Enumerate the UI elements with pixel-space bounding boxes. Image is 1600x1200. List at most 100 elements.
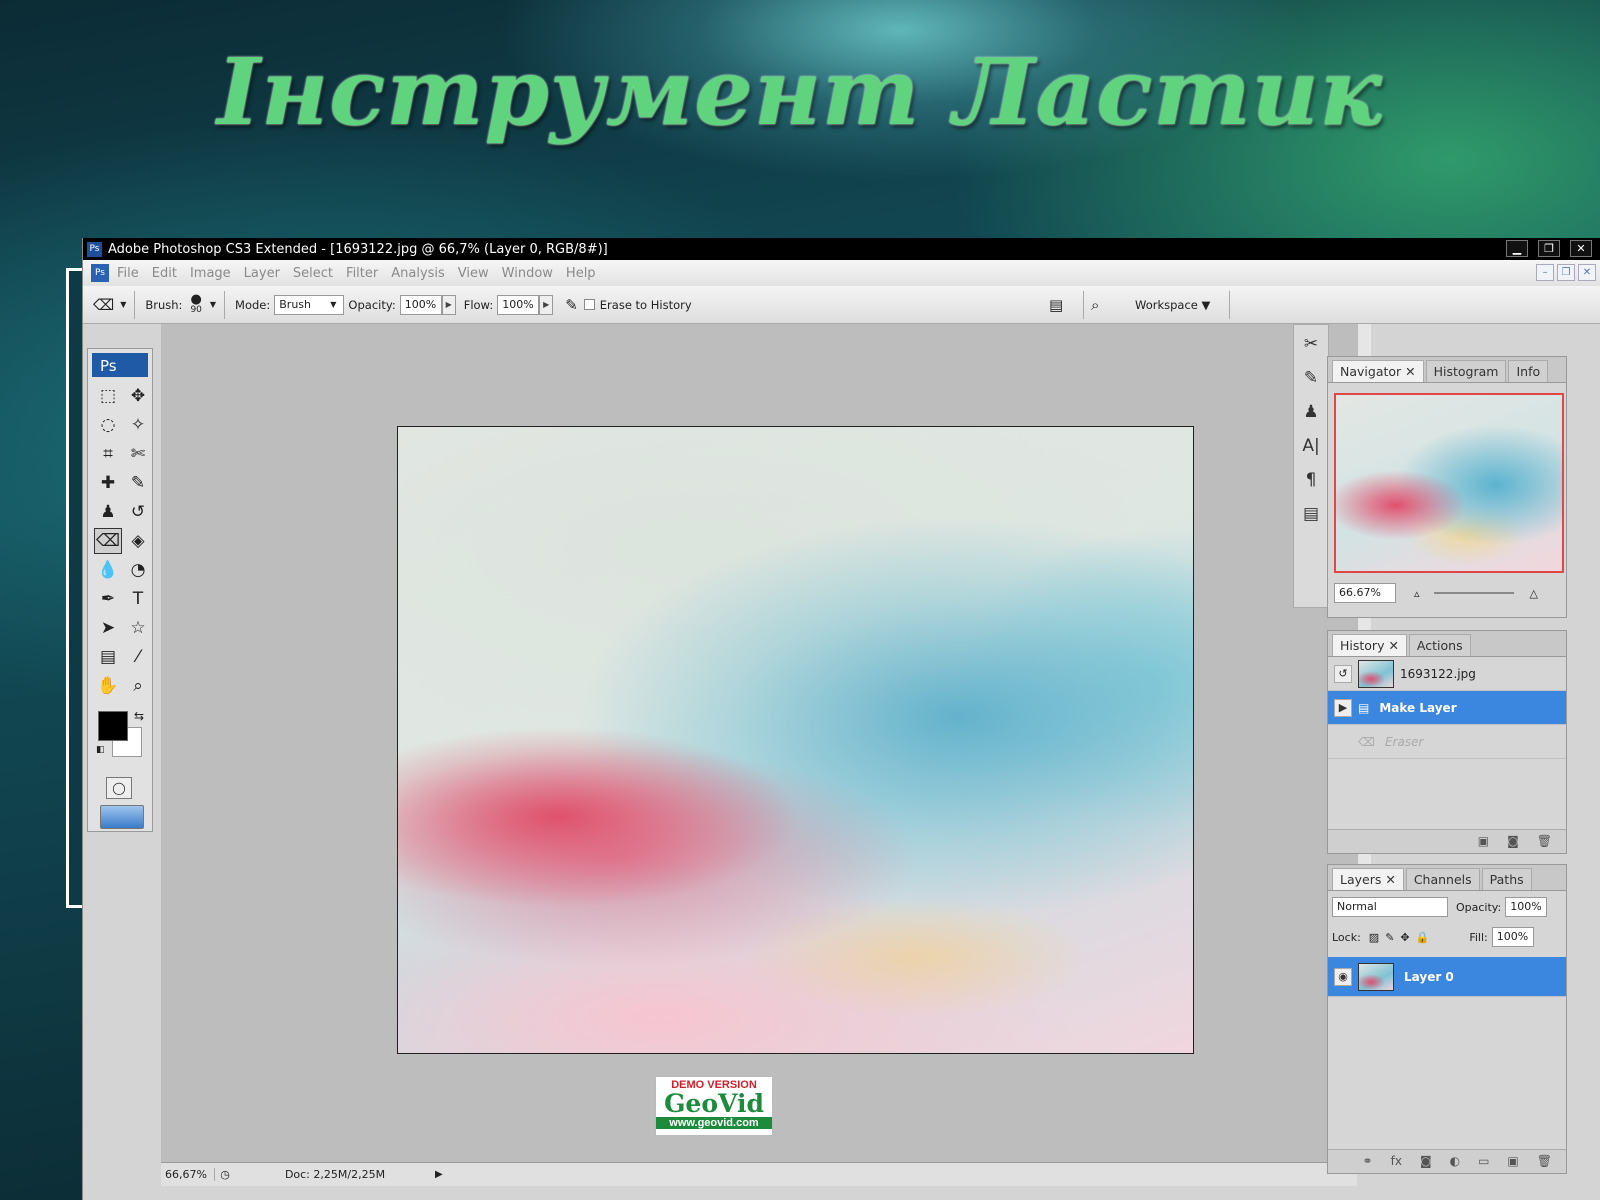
- layer-mask-icon[interactable]: ◙: [1420, 1154, 1432, 1169]
- document-image[interactable]: [397, 426, 1194, 1054]
- palette-well-icon[interactable]: ▤: [1049, 296, 1063, 314]
- menu-image[interactable]: Image: [190, 266, 231, 281]
- doc-minimize-button[interactable]: –: [1536, 264, 1554, 281]
- zoom-slider[interactable]: [1433, 592, 1514, 594]
- marquee-tool-icon[interactable]: ⬚: [94, 383, 122, 409]
- zoom-tool-icon[interactable]: ⌕: [124, 673, 152, 699]
- menu-help[interactable]: Help: [566, 266, 596, 281]
- brushes-panel-icon[interactable]: ✎: [1299, 363, 1323, 393]
- new-group-icon[interactable]: ▭: [1478, 1154, 1489, 1169]
- menu-file[interactable]: File: [117, 266, 139, 281]
- magic-wand-tool-icon[interactable]: ✧: [124, 412, 152, 438]
- ps-menu-icon[interactable]: Ps: [91, 264, 109, 282]
- paint-bucket-tool-icon[interactable]: ◈: [124, 528, 152, 554]
- opacity-slider-button[interactable]: ▶: [441, 294, 456, 315]
- tab-info[interactable]: Info: [1508, 360, 1549, 382]
- lock-transparency-icon[interactable]: ▨: [1369, 931, 1379, 944]
- opacity-input[interactable]: 100%: [399, 294, 442, 315]
- workspace-dropdown[interactable]: Workspace ▼: [1135, 298, 1210, 312]
- tools-panel-icon[interactable]: ✂: [1299, 329, 1323, 359]
- layer-row[interactable]: ◉ Layer 0: [1328, 957, 1566, 997]
- new-document-from-state-icon[interactable]: ▣: [1478, 834, 1489, 849]
- default-colors-icon[interactable]: ◧: [96, 745, 105, 755]
- history-brush-tool-icon[interactable]: ↺: [124, 499, 152, 525]
- visibility-eye-icon[interactable]: ◉: [1334, 967, 1352, 986]
- history-item-make-layer[interactable]: ▶ ▤ Make Layer: [1328, 691, 1566, 725]
- menu-select[interactable]: Select: [293, 266, 333, 281]
- close-button[interactable]: ✕: [1570, 240, 1592, 257]
- menu-layer[interactable]: Layer: [244, 266, 280, 281]
- flow-input[interactable]: 100%: [497, 294, 540, 315]
- crop-tool-icon[interactable]: ⌗: [94, 441, 122, 467]
- lock-pixels-icon[interactable]: ✎: [1385, 931, 1394, 944]
- hand-tool-icon[interactable]: ✋: [94, 673, 122, 699]
- airbrush-icon[interactable]: ✎: [565, 296, 578, 314]
- tab-history[interactable]: History ✕: [1332, 634, 1407, 656]
- bridge-icon[interactable]: ⌕: [1091, 296, 1099, 314]
- character-panel-icon[interactable]: A|: [1299, 431, 1323, 461]
- brush-tool-icon[interactable]: ✎: [124, 470, 152, 496]
- status-menu-icon[interactable]: ◷: [215, 1168, 235, 1181]
- adjustment-layer-icon[interactable]: ◐: [1450, 1154, 1460, 1169]
- lock-all-icon[interactable]: 🔒: [1416, 931, 1430, 944]
- notes-tool-icon[interactable]: ▤: [94, 644, 122, 670]
- chevron-down-icon[interactable]: ▼: [330, 300, 336, 309]
- history-item-eraser[interactable]: ⌫ Eraser: [1328, 725, 1566, 759]
- tab-paths[interactable]: Paths: [1481, 868, 1532, 890]
- blend-mode-select[interactable]: Normal: [1332, 897, 1448, 917]
- tab-navigator[interactable]: Navigator ✕: [1332, 360, 1424, 382]
- paragraph-panel-icon[interactable]: ¶: [1299, 465, 1323, 495]
- move-tool-icon[interactable]: ✥: [124, 383, 152, 409]
- blur-tool-icon[interactable]: 💧: [94, 557, 122, 583]
- eyedropper-tool-icon[interactable]: ⁄: [124, 644, 152, 670]
- tab-channels[interactable]: Channels: [1405, 868, 1480, 890]
- tab-layers[interactable]: Layers ✕: [1332, 868, 1404, 890]
- navigator-zoom-input[interactable]: 66.67%: [1334, 583, 1396, 603]
- path-selection-tool-icon[interactable]: ➤: [94, 615, 122, 641]
- tab-actions[interactable]: Actions: [1408, 634, 1471, 656]
- restore-button[interactable]: ❐: [1538, 240, 1560, 257]
- trash-icon[interactable]: 🗑: [1537, 834, 1552, 849]
- tab-histogram[interactable]: Histogram: [1425, 360, 1507, 382]
- slice-tool-icon[interactable]: ✄: [124, 441, 152, 467]
- doc-close-button[interactable]: ✕: [1578, 264, 1596, 281]
- navigator-thumbnail[interactable]: [1334, 393, 1564, 573]
- lock-position-icon[interactable]: ✥: [1400, 931, 1409, 944]
- brush-picker[interactable]: ● 90: [190, 293, 201, 315]
- zoom-in-icon[interactable]: △: [1530, 587, 1538, 600]
- trash-icon[interactable]: 🗑: [1537, 1154, 1552, 1169]
- tool-preset-picker[interactable]: ⌫ ▼: [93, 296, 126, 314]
- history-snapshot[interactable]: ↺ 1693122.jpg: [1328, 657, 1566, 691]
- foreground-color-swatch[interactable]: [98, 711, 128, 741]
- doc-restore-button[interactable]: ❐: [1557, 264, 1575, 281]
- new-snapshot-icon[interactable]: ◙: [1507, 834, 1519, 849]
- minimize-button[interactable]: ▁: [1506, 240, 1528, 257]
- erase-to-history-checkbox[interactable]: [583, 299, 595, 310]
- clone-stamp-tool-icon[interactable]: ♟: [94, 499, 122, 525]
- zoom-out-icon[interactable]: ▵: [1414, 587, 1420, 600]
- menu-window[interactable]: Window: [502, 266, 553, 281]
- flow-slider-button[interactable]: ▶: [539, 294, 554, 315]
- document-canvas-area[interactable]: DEMO VERSION GeoVid www.geovid.com: [161, 324, 1357, 1162]
- menu-edit[interactable]: Edit: [152, 266, 177, 281]
- status-arrow-icon[interactable]: ▶: [435, 1169, 443, 1180]
- menu-filter[interactable]: Filter: [346, 266, 378, 281]
- healing-brush-tool-icon[interactable]: ✚: [94, 470, 122, 496]
- title-bar[interactable]: Ps Adobe Photoshop CS3 Extended - [16931…: [83, 238, 1600, 260]
- menu-analysis[interactable]: Analysis: [391, 266, 445, 281]
- new-layer-icon[interactable]: ▣: [1507, 1154, 1518, 1169]
- shape-tool-icon[interactable]: ☆: [124, 615, 152, 641]
- zoom-level[interactable]: 66,67%: [161, 1168, 215, 1181]
- screen-mode-button[interactable]: [100, 805, 144, 829]
- dodge-tool-icon[interactable]: ◔: [124, 557, 152, 583]
- quick-mask-button[interactable]: ◯: [106, 777, 132, 799]
- layer-opacity-input[interactable]: 100%: [1505, 897, 1548, 917]
- type-tool-icon[interactable]: T: [124, 586, 152, 612]
- pen-tool-icon[interactable]: ✒: [94, 586, 122, 612]
- lasso-tool-icon[interactable]: ◌: [94, 412, 122, 438]
- eraser-tool-icon[interactable]: ⌫: [94, 528, 122, 554]
- swap-colors-icon[interactable]: ⇆: [134, 709, 144, 723]
- chevron-down-icon[interactable]: ▼: [210, 300, 216, 309]
- layer-style-icon[interactable]: fx: [1391, 1154, 1402, 1169]
- link-layers-icon[interactable]: ⚭: [1363, 1154, 1373, 1169]
